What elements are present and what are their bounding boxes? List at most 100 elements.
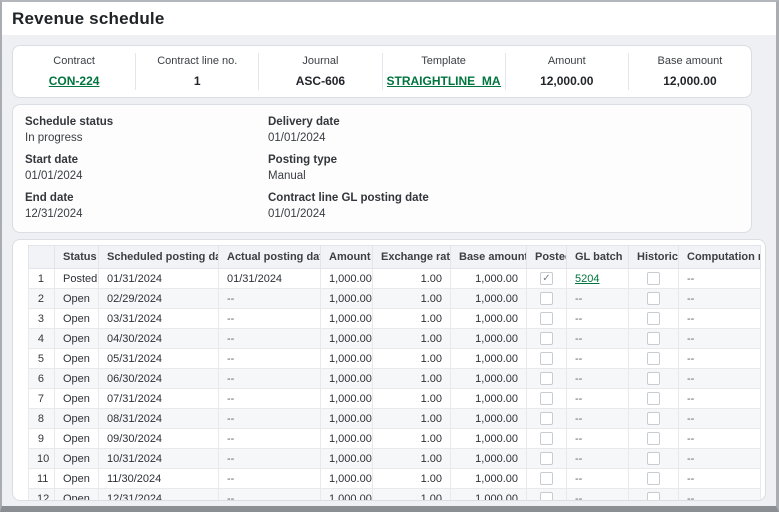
historical-checkbox[interactable] <box>647 332 660 345</box>
summary-field-contract-line-no-: Contract line no.1 <box>136 53 259 90</box>
gl-batch-link[interactable]: 5204 <box>575 273 599 285</box>
exchange-rate-cell: 1.00 <box>373 489 451 502</box>
summary-field-label: Contract <box>17 55 131 67</box>
posted-checkbox[interactable] <box>540 472 553 485</box>
scheduled-date-cell: 03/31/2024 <box>99 309 219 329</box>
row-number-cell: 4 <box>29 329 55 349</box>
historical-checkbox[interactable] <box>647 372 660 385</box>
row-number-cell: 7 <box>29 389 55 409</box>
exchange-rate-cell: 1.00 <box>373 289 451 309</box>
historical-checkbox[interactable] <box>647 432 660 445</box>
base-amount-cell: 1,000.00 <box>451 289 527 309</box>
summary-field-label: Template <box>387 55 501 67</box>
posted-cell <box>527 489 567 502</box>
summary-field-journal: JournalASC-606 <box>259 53 382 90</box>
gl-batch-cell: -- <box>567 489 629 502</box>
historical-checkbox[interactable] <box>647 272 660 285</box>
posted-checkbox[interactable] <box>540 412 553 425</box>
posted-checkbox[interactable] <box>540 332 553 345</box>
exchange-rate-cell: 1.00 <box>373 429 451 449</box>
status-cell: Open <box>55 309 99 329</box>
detail-value: 01/01/2024 <box>268 208 739 220</box>
historical-checkbox[interactable] <box>647 452 660 465</box>
computation-memo-cell: -- <box>679 289 761 309</box>
exchange-rate-cell: 1.00 <box>373 269 451 289</box>
status-cell: Open <box>55 389 99 409</box>
posted-checkbox[interactable] <box>540 492 553 501</box>
base-amount-cell: 1,000.00 <box>451 369 527 389</box>
details-left-column: Schedule statusIn progressStart date01/0… <box>25 116 268 230</box>
actual-date-cell: -- <box>219 289 321 309</box>
exchange-rate-cell: 1.00 <box>373 389 451 409</box>
table-header-scheduled-posting-date: Scheduled posting date <box>99 246 219 269</box>
table-row: 6Open06/30/2024--1,000.001.001,000.00---… <box>29 369 761 389</box>
base-amount-cell: 1,000.00 <box>451 489 527 502</box>
historical-checkbox[interactable] <box>647 312 660 325</box>
posted-checkbox[interactable] <box>540 372 553 385</box>
posted-cell <box>527 469 567 489</box>
table-header-exchange-rate: Exchange rate <box>373 246 451 269</box>
actual-date-cell: -- <box>219 429 321 449</box>
row-number-cell: 6 <box>29 369 55 389</box>
scheduled-date-cell: 11/30/2024 <box>99 469 219 489</box>
historical-checkbox[interactable] <box>647 472 660 485</box>
amount-cell: 1,000.00 <box>321 469 373 489</box>
status-cell: Open <box>55 369 99 389</box>
gl-batch-cell: 5204 <box>567 269 629 289</box>
amount-cell: 1,000.00 <box>321 489 373 502</box>
status-cell: Open <box>55 329 99 349</box>
historical-checkbox[interactable] <box>647 352 660 365</box>
actual-date-cell: -- <box>219 329 321 349</box>
posted-checkbox-checked[interactable]: ✓ <box>540 272 553 285</box>
posted-cell <box>527 369 567 389</box>
actual-date-cell: 01/31/2024 <box>219 269 321 289</box>
actual-date-cell: -- <box>219 469 321 489</box>
base-amount-cell: 1,000.00 <box>451 349 527 369</box>
row-number-cell: 12 <box>29 489 55 502</box>
base-amount-cell: 1,000.00 <box>451 309 527 329</box>
historical-cell <box>629 389 679 409</box>
summary-value-link[interactable]: STRAIGHTLINE_MANUAL <box>387 74 501 88</box>
posted-checkbox[interactable] <box>540 312 553 325</box>
details-card: Schedule statusIn progressStart date01/0… <box>12 104 752 233</box>
detail-label: Posting type <box>268 154 739 166</box>
historical-checkbox[interactable] <box>647 412 660 425</box>
computation-memo-cell: -- <box>679 309 761 329</box>
summary-field-value: 12,000.00 <box>633 74 747 88</box>
amount-cell: 1,000.00 <box>321 289 373 309</box>
posted-cell <box>527 349 567 369</box>
posted-checkbox[interactable] <box>540 292 553 305</box>
detail-label: Schedule status <box>25 116 268 128</box>
posted-checkbox[interactable] <box>540 452 553 465</box>
status-cell: Open <box>55 289 99 309</box>
gl-batch-cell: -- <box>567 329 629 349</box>
posted-cell <box>527 389 567 409</box>
historical-checkbox[interactable] <box>647 292 660 305</box>
scheduled-date-cell: 08/31/2024 <box>99 409 219 429</box>
gl-batch-cell: -- <box>567 389 629 409</box>
posted-checkbox[interactable] <box>540 432 553 445</box>
posted-checkbox[interactable] <box>540 392 553 405</box>
exchange-rate-cell: 1.00 <box>373 369 451 389</box>
base-amount-cell: 1,000.00 <box>451 389 527 409</box>
posted-cell: ✓ <box>527 269 567 289</box>
summary-value-link[interactable]: CON-224 <box>17 74 131 88</box>
summary-field-value: ASC-606 <box>263 74 377 88</box>
historical-cell <box>629 409 679 429</box>
historical-checkbox[interactable] <box>647 492 660 501</box>
computation-memo-cell: -- <box>679 429 761 449</box>
historical-checkbox[interactable] <box>647 392 660 405</box>
table-header-base-amount: Base amount <box>451 246 527 269</box>
amount-cell: 1,000.00 <box>321 309 373 329</box>
summary-field-amount: Amount12,000.00 <box>506 53 629 90</box>
detail-field-end-date: End date12/31/2024 <box>25 192 268 220</box>
detail-field-delivery-date: Delivery date01/01/2024 <box>268 116 739 144</box>
amount-cell: 1,000.00 <box>321 409 373 429</box>
posted-cell <box>527 329 567 349</box>
posted-checkbox[interactable] <box>540 352 553 365</box>
actual-date-cell: -- <box>219 409 321 429</box>
scheduled-date-cell: 09/30/2024 <box>99 429 219 449</box>
posted-cell <box>527 409 567 429</box>
computation-memo-cell: -- <box>679 469 761 489</box>
table-header-status: Status <box>55 246 99 269</box>
